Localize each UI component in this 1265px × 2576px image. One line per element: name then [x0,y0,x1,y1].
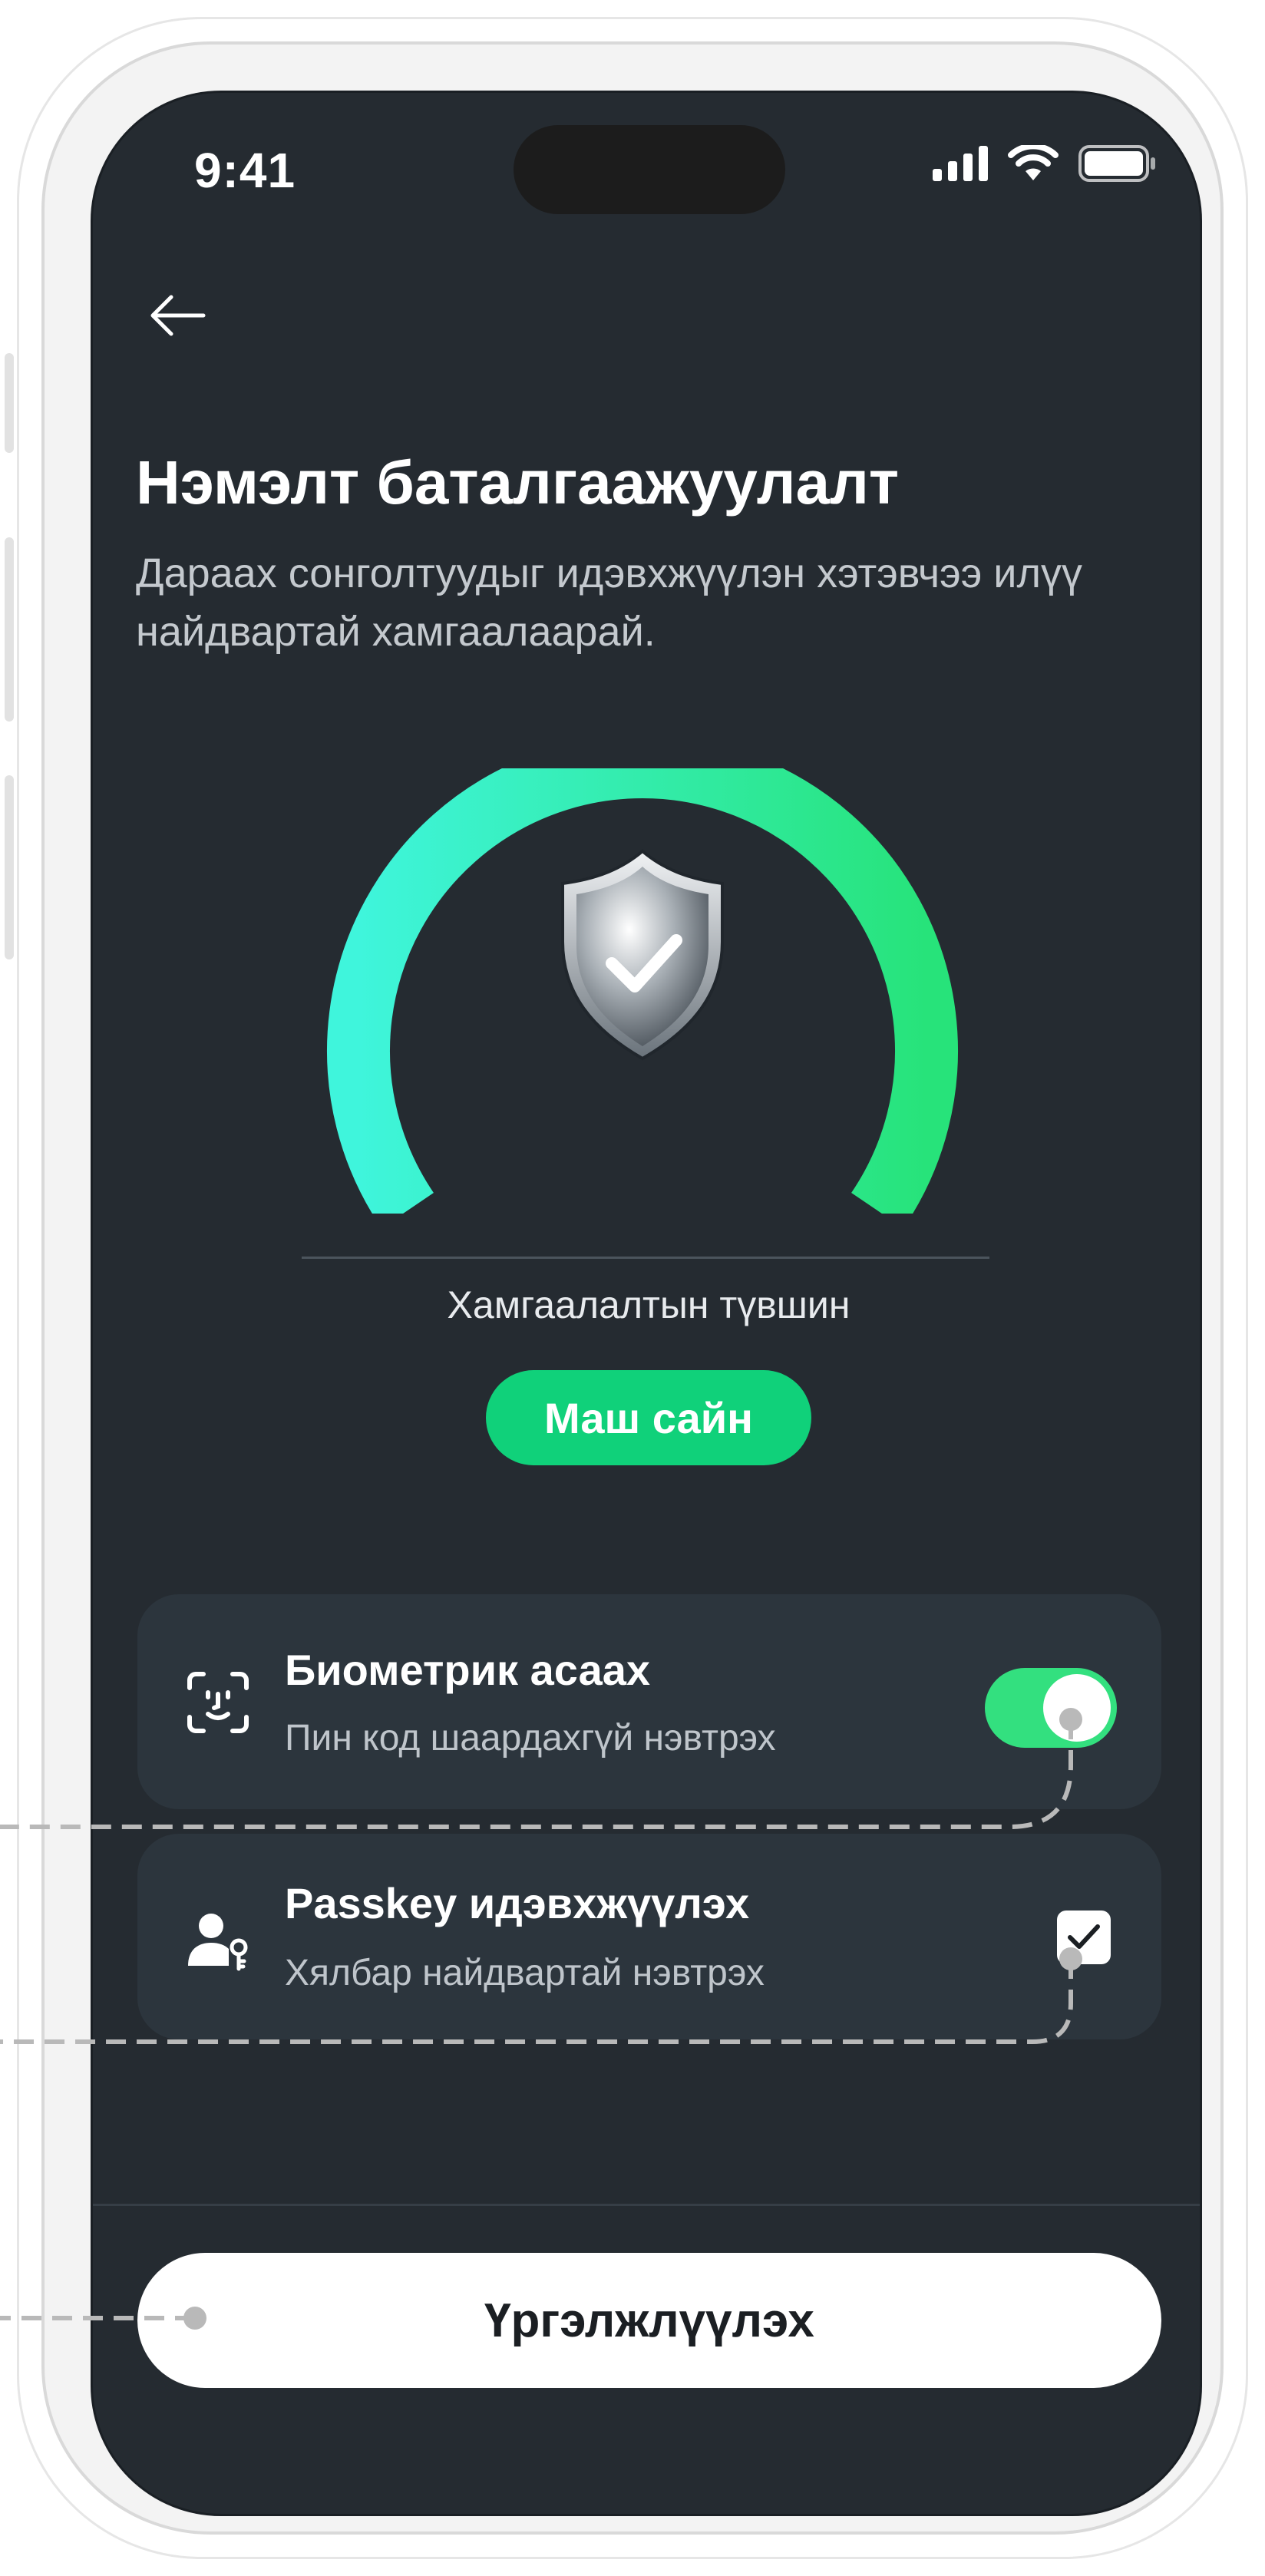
page-subtitle: Дараах сонголтуудыг идэвхжүүлэн хэтэвчээ… [136,550,1082,655]
device-volume-down [5,775,14,959]
option-biometric-title: Биометрик асаах [285,1646,651,1694]
option-passkey[interactable]: Passkey идэвхжүүлэх Хялбар найдвартай нэ… [137,1834,1161,2039]
status-time: 9:41 [194,143,296,198]
user-key-icon [183,1906,253,1975]
battery-icon [1078,145,1155,182]
device-silent-switch [5,353,14,453]
option-passkey-title: Passkey идэвхжүүлэх [285,1879,750,1927]
option-biometric[interactable]: Биометрик асаах Пин код шаардахгүй нэвтр… [137,1594,1161,1809]
device-volume-up [5,537,14,722]
arrow-left-icon [150,295,206,336]
security-level-label: Хамгаалалтын түвшин [447,1283,850,1326]
shield-check-icon [561,849,724,1061]
passkey-checkbox[interactable] [1057,1911,1111,1964]
biometric-toggle[interactable] [985,1668,1117,1748]
signal-icon [933,146,988,181]
footer-divider [93,2204,1200,2206]
security-gauge [327,768,958,1214]
gauge-baseline [302,1257,989,1259]
app-screen: 9:41 Нэмэлт баталгаажуулалт Дараах сонго… [91,91,1202,2516]
security-level-badge: Маш сайн [486,1370,811,1465]
option-passkey-subtitle: Хялбар найдвартай нэвтрэх [285,1953,765,1993]
status-icons [933,140,1157,187]
option-biometric-subtitle: Пин код шаардахгүй нэвтрэх [285,1718,776,1759]
face-id-icon [183,1668,253,1737]
back-button[interactable] [139,277,216,354]
dynamic-island [514,125,785,214]
continue-button[interactable]: Үргэлжлүүлэх [137,2253,1161,2388]
check-icon [1068,1924,1100,1949]
page-title: Нэмэлт баталгаажуулалт [136,448,900,517]
wifi-icon [1008,145,1059,180]
toggle-knob [1043,1674,1111,1742]
